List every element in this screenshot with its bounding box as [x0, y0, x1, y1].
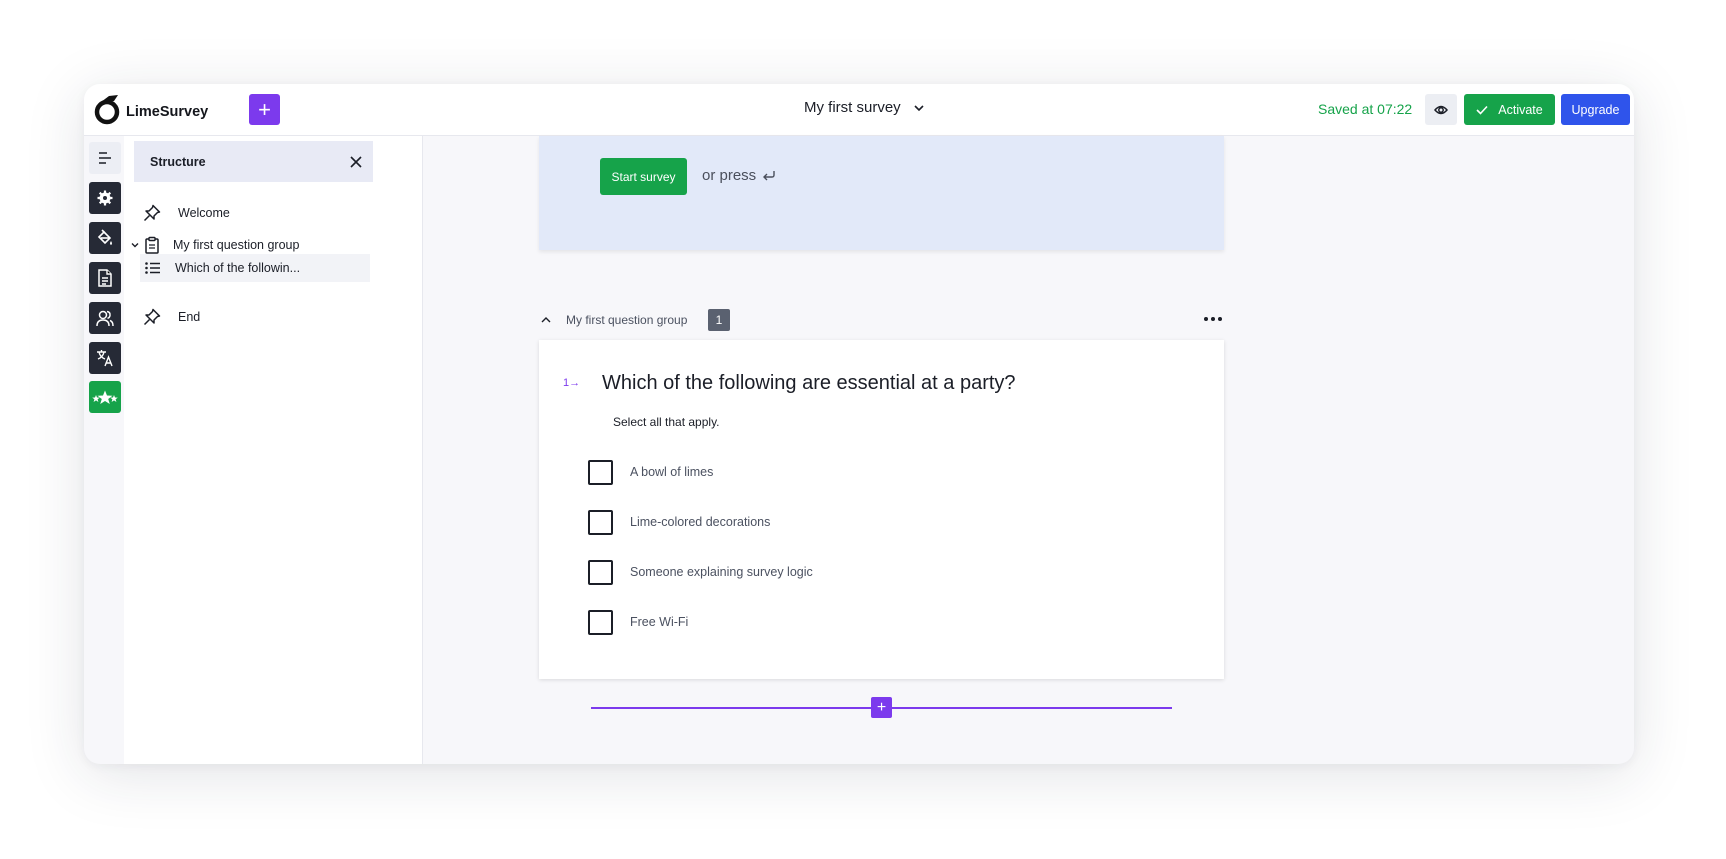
question-card[interactable]: 1→ Which of the following are essential …	[539, 340, 1224, 679]
pin-icon	[143, 308, 161, 326]
logo[interactable]: LimeSurvey	[94, 92, 208, 126]
answer-option[interactable]: Free Wi-Fi	[588, 609, 688, 635]
limesurvey-logo-icon	[94, 95, 120, 125]
keyboard-hint: or press	[702, 167, 776, 184]
tree-item-label: My first question group	[173, 238, 300, 252]
upgrade-button[interactable]: Upgrade	[1561, 94, 1630, 125]
menu-icon	[99, 152, 111, 164]
structure-title: Structure	[150, 154, 206, 169]
question-group-title: My first question group	[566, 313, 688, 327]
top-bar: LimeSurvey + My first survey Saved at 07…	[84, 84, 1634, 136]
pin-icon	[143, 204, 161, 222]
survey-title-dropdown[interactable]: My first survey	[804, 99, 925, 116]
structure-panel: Structure Welcome My first question grou…	[124, 136, 423, 764]
rail-premium-button[interactable]	[89, 381, 121, 413]
close-icon[interactable]	[349, 155, 363, 169]
answer-option[interactable]: Someone explaining survey logic	[588, 559, 813, 585]
rail-theme-button[interactable]	[89, 222, 121, 254]
answer-checkbox[interactable]	[588, 459, 613, 485]
survey-title: My first survey	[804, 99, 901, 116]
answer-checkbox[interactable]	[588, 559, 613, 585]
sidebar-toggle-button[interactable]	[89, 142, 121, 174]
eye-icon	[1434, 105, 1448, 114]
tree-item-end[interactable]: End	[140, 303, 370, 331]
answer-label[interactable]: A bowl of limes	[630, 465, 713, 479]
activate-button[interactable]: Activate	[1464, 94, 1555, 125]
question-text[interactable]: Which of the following are essential at …	[602, 372, 1016, 395]
question-group-header: My first question group 1	[539, 309, 1224, 333]
logo-text: LimeSurvey	[126, 104, 209, 120]
app-window: LimeSurvey + My first survey Saved at 07…	[84, 84, 1634, 764]
document-icon	[98, 269, 112, 287]
answer-label[interactable]: Free Wi-Fi	[630, 615, 688, 629]
translate-icon	[97, 350, 113, 367]
welcome-card[interactable]: Start survey or press	[539, 136, 1224, 250]
answer-option[interactable]: A bowl of limes	[588, 459, 713, 485]
or-press-text: or press	[702, 167, 757, 184]
arrow-right-icon: →	[569, 377, 581, 389]
structure-header: Structure	[134, 141, 373, 182]
question-count-badge: 1	[708, 309, 730, 331]
rail-document-button[interactable]	[89, 262, 121, 294]
check-icon	[1476, 105, 1488, 115]
tree-item-question[interactable]: Which of the followin...	[140, 254, 370, 282]
stars-icon	[92, 390, 118, 404]
chevron-down-icon	[914, 104, 924, 111]
question-number: 1→	[563, 377, 580, 389]
rail-translate-button[interactable]	[89, 342, 121, 374]
chevron-up-icon[interactable]	[539, 313, 553, 327]
clipboard-icon	[145, 236, 159, 254]
gear-icon	[97, 190, 113, 206]
answer-label[interactable]: Someone explaining survey logic	[630, 565, 813, 579]
create-button[interactable]: +	[249, 94, 280, 125]
start-survey-button[interactable]: Start survey	[600, 158, 687, 195]
add-question-button[interactable]: +	[871, 697, 892, 718]
saved-status: Saved at 07:22	[1318, 101, 1413, 117]
answer-option[interactable]: Lime-colored decorations	[588, 509, 770, 535]
rail-settings-button[interactable]	[89, 182, 121, 214]
paint-bucket-icon	[97, 229, 112, 245]
enter-key-icon	[763, 170, 775, 180]
answer-checkbox[interactable]	[588, 509, 613, 535]
users-icon	[96, 310, 114, 327]
rail-participants-button[interactable]	[89, 302, 121, 334]
question-help-text[interactable]: Select all that apply.	[613, 415, 720, 429]
more-options-icon[interactable]	[1202, 313, 1224, 325]
tree-item-welcome[interactable]: Welcome	[140, 199, 370, 227]
answer-checkbox[interactable]	[588, 609, 613, 635]
tree-item-label: Which of the followin...	[175, 261, 301, 275]
activate-label: Activate	[1498, 102, 1543, 117]
chevron-down-icon	[131, 243, 139, 248]
answer-label[interactable]: Lime-colored decorations	[630, 515, 770, 529]
list-icon	[145, 262, 160, 274]
tree-item-label: Welcome	[178, 206, 230, 220]
preview-button[interactable]	[1425, 94, 1457, 125]
tree-item-label: End	[178, 310, 201, 324]
